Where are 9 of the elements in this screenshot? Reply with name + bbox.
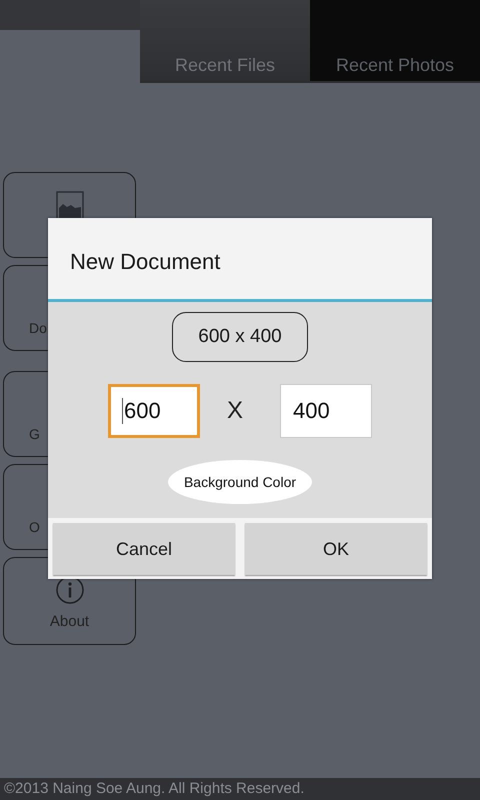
copyright-text: ©2013 Naing Soe Aung. All Rights Reserved. <box>0 778 480 800</box>
image-icon <box>56 191 84 221</box>
times-sign: X <box>226 397 243 425</box>
size-label: 600 x 400 <box>172 312 308 362</box>
background-color-button[interactable]: Background Color <box>168 460 312 504</box>
input-field[interactable]: 400 <box>280 384 372 438</box>
dialog-button[interactable]: OK <box>245 523 427 575</box>
input-field[interactable]: 600 <box>108 384 200 438</box>
dialog-button[interactable]: Cancel <box>53 523 235 575</box>
